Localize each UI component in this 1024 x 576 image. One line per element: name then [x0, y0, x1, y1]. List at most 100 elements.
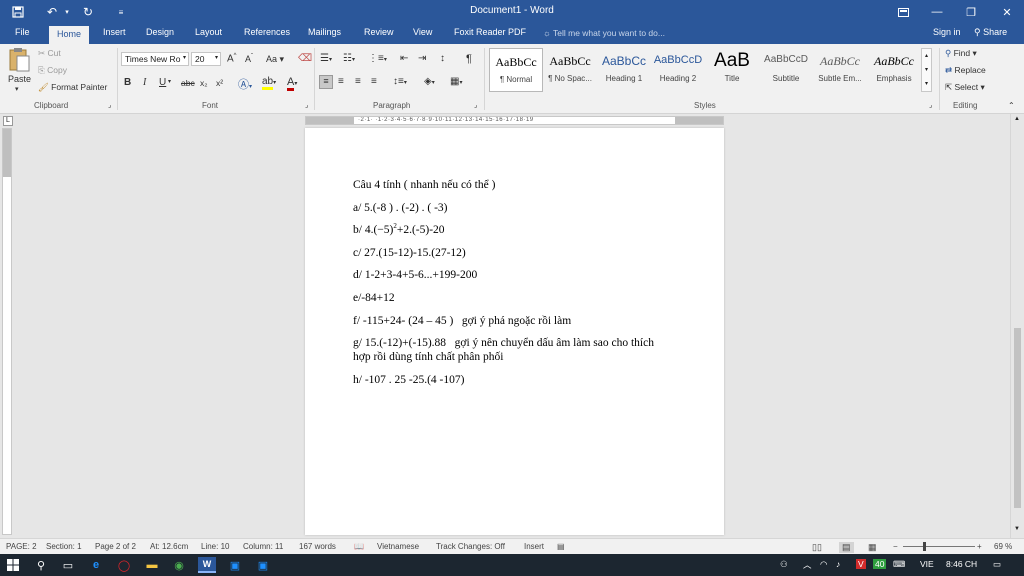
- tray-badge[interactable]: 40: [873, 559, 887, 569]
- vertical-scrollbar[interactable]: ▲ ▼: [1010, 114, 1024, 538]
- style-normal[interactable]: AaBbCc ¶ Normal: [489, 48, 543, 92]
- collapse-ribbon-icon[interactable]: ⌃: [1008, 101, 1015, 110]
- zoom-in-icon[interactable]: +: [977, 542, 982, 551]
- antivirus-icon[interactable]: V: [856, 559, 866, 569]
- font-name-combo[interactable]: Times New Ro ▾: [121, 52, 189, 66]
- tab-references[interactable]: References: [244, 27, 290, 37]
- paste-icon[interactable]: [6, 46, 32, 74]
- sign-in-link[interactable]: Sign in: [933, 27, 961, 37]
- notifications-icon[interactable]: ▭: [993, 559, 1001, 570]
- increase-indent-icon[interactable]: ⇥: [418, 53, 426, 64]
- windows-start-icon[interactable]: [4, 557, 22, 573]
- restore-icon[interactable]: ❐: [954, 0, 988, 24]
- scroll-up-icon[interactable]: ▲: [1014, 116, 1020, 122]
- read-mode-icon[interactable]: ▯▯: [812, 542, 822, 553]
- style-title[interactable]: AaB Title: [705, 48, 759, 92]
- vertical-ruler[interactable]: [2, 128, 12, 535]
- chat-app-icon[interactable]: ▣: [254, 557, 272, 573]
- format-painter-button[interactable]: 🖌 Format Painter: [38, 82, 107, 93]
- zoom-out-icon[interactable]: −: [893, 542, 898, 551]
- highlight-icon[interactable]: ab▾: [262, 76, 276, 90]
- paste-dropdown-icon[interactable]: ▾: [15, 85, 19, 93]
- file-explorer-icon[interactable]: ▬: [143, 557, 161, 573]
- paragraph-launcher-icon[interactable]: ⌟: [474, 101, 477, 109]
- style-heading-1[interactable]: AaBbCc Heading 1: [597, 48, 651, 92]
- align-left-icon[interactable]: ≡: [319, 75, 333, 89]
- wifi-icon[interactable]: ◠: [820, 559, 827, 570]
- change-case-icon[interactable]: Aa ▾: [266, 54, 284, 65]
- text-effects-icon[interactable]: Ⓐ▾: [238, 76, 252, 92]
- align-right-icon[interactable]: ≡: [355, 76, 361, 87]
- style-subtitle[interactable]: AaBbCcD Subtitle: [759, 48, 813, 92]
- macro-icon[interactable]: ▤: [557, 542, 565, 551]
- people-icon[interactable]: ⚇: [780, 559, 788, 570]
- scroll-thumb[interactable]: [1014, 328, 1021, 508]
- zoom-slider-handle[interactable]: [923, 542, 926, 551]
- proofing-icon[interactable]: 📖: [354, 542, 364, 551]
- multilevel-list-icon[interactable]: ⋮≡▾: [368, 53, 387, 64]
- tab-view[interactable]: View: [413, 27, 432, 37]
- status-at[interactable]: At: 12.6cm: [150, 542, 188, 551]
- tab-layout[interactable]: Layout: [195, 27, 222, 37]
- clipboard-launcher-icon[interactable]: ⌟: [108, 101, 111, 109]
- shading-icon[interactable]: ◈▾: [424, 76, 435, 87]
- chrome-icon[interactable]: ◉: [170, 557, 188, 573]
- decrease-indent-icon[interactable]: ⇤: [400, 53, 408, 64]
- scroll-down-icon[interactable]: ▼: [1014, 526, 1020, 532]
- status-line[interactable]: Line: 10: [201, 542, 229, 551]
- cut-button[interactable]: ✂ Cut: [38, 48, 61, 59]
- keyboard-icon[interactable]: ⌨: [893, 559, 905, 570]
- minimize-icon[interactable]: —: [920, 0, 954, 24]
- style-emphasis[interactable]: AaBbCc Emphasis: [867, 48, 921, 92]
- style-subtle-emphasis[interactable]: AaBbCc Subtle Em...: [813, 48, 867, 92]
- status-words[interactable]: 167 words: [299, 542, 336, 551]
- italic-button[interactable]: I: [143, 77, 146, 88]
- replace-button[interactable]: ⇄ Replace: [945, 65, 986, 76]
- line-spacing-icon[interactable]: ↕≡▾: [393, 76, 407, 87]
- print-layout-icon[interactable]: ▤: [839, 542, 854, 553]
- clear-formatting-icon[interactable]: ⌫: [298, 53, 312, 64]
- subscript-button[interactable]: x₂: [200, 78, 208, 88]
- status-section[interactable]: Section: 1: [46, 542, 82, 551]
- clock[interactable]: 8:46 CH: [946, 559, 977, 569]
- style-no-spacing[interactable]: AaBbCc ¶ No Spac...: [543, 48, 597, 92]
- document-page[interactable]: Câu 4 tính ( nhanh nếu có thể ) a/ 5.(-8…: [305, 128, 724, 535]
- tab-insert[interactable]: Insert: [103, 27, 126, 37]
- underline-button[interactable]: U: [159, 77, 166, 88]
- status-insert[interactable]: Insert: [524, 542, 544, 551]
- ribbon-display-icon[interactable]: [886, 0, 920, 24]
- word-taskbar-icon[interactable]: W: [198, 557, 216, 573]
- underline-dropdown-icon[interactable]: ▾: [168, 78, 171, 85]
- font-color-icon[interactable]: A▾: [287, 76, 297, 91]
- styles-launcher-icon[interactable]: ⌟: [929, 101, 932, 109]
- web-layout-icon[interactable]: ▦: [868, 542, 877, 553]
- tab-mailings[interactable]: Mailings: [308, 27, 341, 37]
- status-language[interactable]: Vietnamese: [377, 542, 419, 551]
- font-launcher-icon[interactable]: ⌟: [305, 101, 308, 109]
- superscript-button[interactable]: x²: [216, 78, 223, 88]
- close-icon[interactable]: ✕: [990, 0, 1024, 24]
- strikethrough-button[interactable]: abc: [181, 78, 195, 88]
- select-button[interactable]: ⇱ Select ▾: [945, 82, 985, 93]
- status-column[interactable]: Column: 11: [243, 542, 283, 551]
- tab-design[interactable]: Design: [146, 27, 174, 37]
- tab-foxit-reader-pdf[interactable]: Foxit Reader PDF: [454, 27, 526, 37]
- numbering-icon[interactable]: ☷▾: [343, 53, 355, 64]
- volume-icon[interactable]: ♪: [836, 559, 840, 569]
- grow-font-icon[interactable]: A^: [227, 53, 237, 64]
- align-center-icon[interactable]: ≡: [338, 76, 344, 87]
- tab-selector[interactable]: L: [3, 116, 13, 126]
- zalo-icon[interactable]: ▣: [226, 557, 244, 573]
- bullets-icon[interactable]: ☰▾: [320, 53, 332, 64]
- find-button[interactable]: ⚲ Find ▾: [945, 48, 977, 59]
- tab-review[interactable]: Review: [364, 27, 394, 37]
- styles-gallery-scroll[interactable]: ▴ ▾ ▾: [921, 48, 932, 92]
- status-track-changes[interactable]: Track Changes: Off: [436, 542, 505, 551]
- input-language[interactable]: VIE: [920, 559, 934, 569]
- edge-icon[interactable]: e: [87, 557, 105, 573]
- paste-button[interactable]: Paste: [8, 74, 31, 84]
- document-body[interactable]: Câu 4 tính ( nhanh nếu có thể ) a/ 5.(-8…: [353, 178, 683, 395]
- justify-icon[interactable]: ≡: [371, 76, 377, 87]
- status-page[interactable]: PAGE: 2: [6, 542, 37, 551]
- search-icon[interactable]: ⚲: [32, 557, 50, 573]
